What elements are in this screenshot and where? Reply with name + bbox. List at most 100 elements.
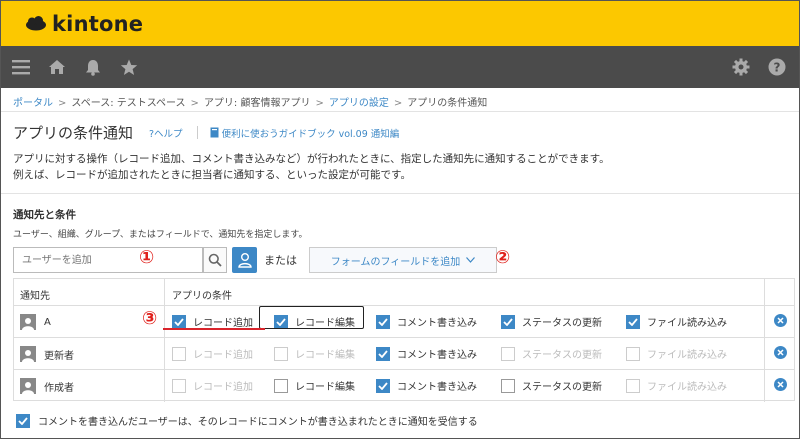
condition-label: コメント書き込み [397,350,477,361]
condition-checkbox[interactable] [376,378,390,393]
condition-option[interactable]: ファイル読み込み [626,314,727,329]
condition-checkbox[interactable] [172,314,186,329]
guidebook-link-label: 便利に使おうガイドブック vol.09 通知編 [221,128,400,140]
user-search-input[interactable] [13,247,203,273]
condition-label: ファイル読み込み [647,318,727,329]
check-icon [503,317,513,326]
user-avatar-icon [20,314,36,330]
help-link[interactable]: ?ヘルプ [149,126,183,140]
condition-label: コメント書き込み [397,318,477,329]
condition-label: ファイル読み込み [647,350,727,361]
condition-label: レコード編集 [295,350,355,361]
breadcrumb-portal[interactable]: ポータル [13,98,53,109]
bell-icon[interactable] [75,46,111,88]
condition-option[interactable]: ファイル読み込み [626,378,727,393]
recipient-cell: 作成者 [20,378,74,394]
condition-checkbox[interactable] [501,346,515,361]
highlight-box-record-edit [259,306,364,329]
user-avatar-icon [20,346,36,362]
condition-option[interactable]: レコード編集 [274,378,355,393]
breadcrumb-app[interactable]: アプリ: 顧客情報アプリ [204,98,311,109]
condition-checkbox[interactable] [626,378,640,393]
condition-option[interactable]: ステータスの更新 [501,378,602,393]
condition-option[interactable]: ステータスの更新 [501,346,602,361]
comment-notify-checkbox[interactable] [16,413,30,428]
recipient-cell: 更新者 [20,346,74,362]
condition-label: レコード追加 [193,318,253,329]
condition-option[interactable]: コメント書き込み [376,378,477,393]
condition-label: ファイル読み込み [647,382,727,393]
close-icon [777,381,784,388]
condition-checkbox[interactable] [172,378,186,393]
user-picker-button[interactable] [232,247,257,273]
help-icon[interactable]: ? [759,46,795,88]
highlight-underline-record-add [163,328,265,330]
column-header-target: 通知先 [20,291,50,302]
add-form-field-dropdown[interactable]: フォームのフィールドを追加 [309,247,497,273]
delete-recipient-button[interactable] [774,346,787,359]
condition-label: ステータスの更新 [522,382,602,393]
condition-checkbox[interactable] [501,378,515,393]
star-icon[interactable] [111,46,147,88]
condition-option[interactable]: レコード編集 [274,346,355,361]
user-avatar-icon [20,378,36,394]
home-icon[interactable] [39,46,75,88]
divider [1,193,799,194]
condition-checkbox[interactable] [274,378,288,393]
condition-label: ステータスの更新 [522,318,602,329]
table-row: 作成者 レコード追加 レコード編集 コメント書き込み ステータスの更新 ファイル読み込み [14,370,794,402]
condition-label: レコード編集 [295,382,355,393]
top-header: kintone [1,1,799,46]
gear-icon[interactable] [723,46,759,88]
column-header-conditions: アプリの条件 [172,291,232,302]
delete-recipient-button[interactable] [774,314,787,327]
condition-option[interactable]: ファイル読み込み [626,346,727,361]
breadcrumb-space[interactable]: スペース: テストスペース [71,98,185,109]
notification-table: 通知先 アプリの条件 A レコード追加 レコード編集 コメント書き込み ステータスの更新… [13,278,795,402]
add-form-field-label: フォームのフィールドを追加 [330,256,461,268]
nav-bar: ? [1,46,799,88]
condition-label: コメント書き込み [397,382,477,393]
recipient-cell: A [20,314,51,330]
footer-option[interactable]: コメントを書き込んだユーザーは、そのレコードにコメントが書き込まれたときに通知を… [16,413,478,428]
delete-recipient-button[interactable] [774,378,787,391]
condition-option[interactable]: コメント書き込み [376,314,477,329]
condition-checkbox[interactable] [501,314,515,329]
condition-option[interactable]: ステータスの更新 [501,314,602,329]
condition-checkbox[interactable] [274,346,288,361]
description-line: アプリに対する操作（レコード追加、コメント書き込みなど）が行われたときに、指定し… [13,153,610,165]
condition-option[interactable]: コメント書き込み [376,346,477,361]
breadcrumb-current: アプリの条件通知 [407,98,488,109]
condition-checkbox[interactable] [626,314,640,329]
check-icon [378,381,388,390]
kintone-logo[interactable]: kintone [25,12,143,36]
page-description: アプリに対する操作（レコード追加、コメント書き込みなど）が行われたときに、指定し… [13,151,610,183]
search-button[interactable] [203,247,227,273]
check-icon [174,317,184,326]
breadcrumb-separator: > [393,98,403,109]
breadcrumb-separator: > [315,98,324,109]
recipient-name: 作成者 [44,382,74,394]
condition-label: ステータスの更新 [522,350,602,361]
condition-label: レコード追加 [193,382,253,393]
comment-notify-label: コメントを書き込んだユーザーは、そのレコードにコメントが書き込まれたときに通知を… [38,417,478,428]
breadcrumb-separator: > [58,98,67,109]
condition-option[interactable]: レコード追加 [172,378,253,393]
annotation-marker-1: ① [139,247,155,268]
description-line: 例えば、レコードが追加されたときに担当者に通知する、といった設定が可能です。 [13,169,411,181]
condition-checkbox[interactable] [172,346,186,361]
breadcrumb-settings[interactable]: アプリの設定 [329,98,389,109]
condition-checkbox[interactable] [376,346,390,361]
condition-checkbox[interactable] [626,346,640,361]
close-icon [777,317,784,324]
menu-icon[interactable] [3,46,39,88]
cloud-logo-icon [26,16,46,31]
annotation-marker-2: ② [495,247,511,268]
table-row: 更新者 レコード追加 レコード編集 コメント書き込み ステータスの更新 ファイル読み込み [14,338,794,370]
condition-option[interactable]: レコード追加 [172,346,253,361]
section-heading: 通知先と条件 [13,209,76,221]
user-icon [237,253,252,268]
condition-option[interactable]: レコード追加 [172,314,253,329]
guidebook-link[interactable]: 便利に使おうガイドブック vol.09 通知編 [210,126,400,140]
condition-checkbox[interactable] [376,314,390,329]
